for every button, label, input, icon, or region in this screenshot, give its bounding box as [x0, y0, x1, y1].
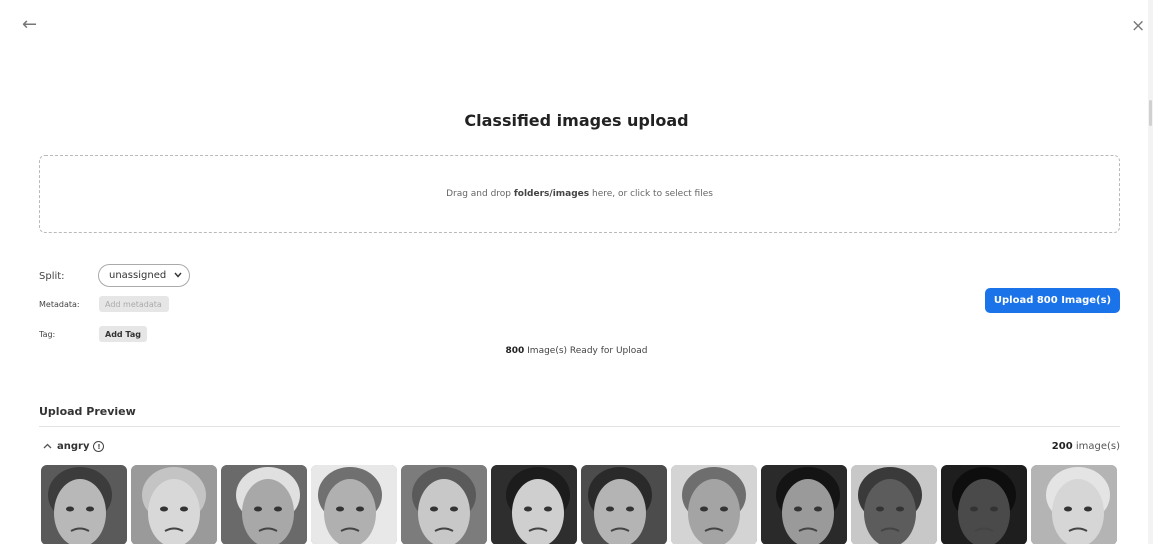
image-thumbnail[interactable] [491, 465, 577, 544]
face-thumbnail-image [221, 465, 307, 544]
chevron-down-icon [174, 271, 182, 281]
image-thumbnail[interactable] [1031, 465, 1117, 544]
face-thumbnail-image [941, 465, 1027, 544]
image-thumbnail[interactable] [131, 465, 217, 544]
face-thumbnail-image [401, 465, 487, 544]
image-thumbnail[interactable] [311, 465, 397, 544]
scrollbar[interactable] [1148, 0, 1153, 544]
add-metadata-button[interactable]: Add metadata [99, 296, 169, 312]
image-thumbnail[interactable] [581, 465, 667, 544]
group-toggle-angry[interactable]: angry ! [43, 441, 105, 452]
split-label: Split: [39, 271, 65, 282]
image-thumbnail[interactable] [851, 465, 937, 544]
ready-status: 800 Image(s) Ready for Upload [505, 346, 648, 356]
ready-count: 800 [505, 346, 525, 356]
thumbnail-strip [41, 465, 1117, 544]
upload-images-button[interactable]: Upload 800 Image(s) [985, 288, 1120, 313]
drop-zone-bold-text: folders/images [513, 189, 590, 199]
drop-zone[interactable]: Drag and drop folders/images here, or cl… [39, 155, 1120, 233]
drop-zone-text: Drag and drop folders/images here, or cl… [446, 189, 713, 199]
group-name: angry [57, 441, 90, 452]
back-arrow-icon[interactable]: ← [22, 16, 37, 34]
image-thumbnail[interactable] [401, 465, 487, 544]
split-value: unassigned [109, 270, 167, 281]
info-icon[interactable]: ! [93, 441, 105, 452]
image-thumbnail[interactable] [671, 465, 757, 544]
close-icon[interactable]: × [1131, 18, 1145, 35]
face-thumbnail-image [851, 465, 937, 544]
upload-preview-heading: Upload Preview [39, 405, 136, 418]
image-thumbnail[interactable] [941, 465, 1027, 544]
image-thumbnail[interactable] [221, 465, 307, 544]
face-thumbnail-image [311, 465, 397, 544]
face-thumbnail-image [1031, 465, 1117, 544]
image-thumbnail[interactable] [41, 465, 127, 544]
page-title: Classified images upload [464, 111, 689, 130]
face-thumbnail-image [671, 465, 757, 544]
tag-label: Tag: [39, 330, 56, 339]
chevron-up-icon [43, 441, 52, 452]
face-thumbnail-image [761, 465, 847, 544]
face-thumbnail-image [491, 465, 577, 544]
face-thumbnail-image [131, 465, 217, 544]
metadata-label: Metadata: [39, 300, 80, 309]
divider [39, 426, 1120, 427]
add-tag-button[interactable]: Add Tag [99, 326, 147, 342]
split-dropdown[interactable]: unassigned [98, 264, 190, 287]
image-thumbnail[interactable] [761, 465, 847, 544]
group-image-count: 200 image(s) [1051, 441, 1120, 452]
face-thumbnail-image [581, 465, 667, 544]
face-thumbnail-image [41, 465, 127, 544]
